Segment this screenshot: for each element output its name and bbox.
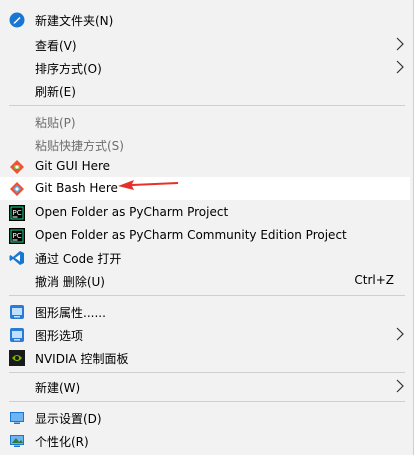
menu-item-label: 粘贴快捷方式(S) — [35, 139, 124, 153]
menu-item-personalize[interactable]: 个性化(R) — [0, 429, 410, 452]
menu-item-label: 排序方式(O) — [35, 62, 102, 76]
chevron-right-icon — [395, 60, 405, 74]
menu-item-label: Git GUI Here — [35, 159, 111, 173]
shortcut-label: Ctrl+Z — [354, 273, 394, 287]
chevron-right-icon — [395, 37, 405, 51]
personalize-icon — [9, 433, 25, 449]
menu-item-sort[interactable]: 排序方式(O) — [0, 56, 410, 79]
menu-separator — [9, 295, 405, 296]
menu-item-nvidia-control-panel[interactable]: NVIDIA 控制面板 — [0, 346, 410, 369]
menu-item-vscode-open[interactable]: 通过 Code 打开 — [0, 246, 410, 269]
svg-text:PC: PC — [13, 232, 22, 240]
graphics-properties-icon — [9, 304, 25, 320]
pycharm-icon: PC — [9, 205, 25, 221]
graphics-options-icon — [9, 327, 25, 343]
menu-item-pycharm-community[interactable]: PC Open Folder as PyCharm Community Edit… — [0, 224, 410, 247]
menu-item-label: 图形选项 — [35, 329, 84, 343]
git-bash-icon — [9, 181, 25, 197]
menu-item-paste[interactable]: 粘贴(P) — [0, 110, 410, 133]
menu-item-new[interactable]: 新建(W) — [0, 375, 410, 398]
nvidia-icon — [9, 350, 25, 366]
git-gui-icon — [9, 159, 25, 175]
menu-item-git-gui[interactable]: Git GUI Here — [0, 155, 410, 178]
menu-item-label: 显示设置(D) — [35, 412, 102, 426]
annotation-arrow-icon — [118, 180, 178, 190]
new-folder-icon — [9, 12, 25, 28]
menu-item-graphics-properties[interactable]: 图形属性...... — [0, 300, 410, 323]
desktop-context-menu: 新建文件夹(N) 查看(V) 排序方式(O) 刷新(E) 粘贴(P) 粘贴快捷方… — [0, 0, 414, 455]
menu-item-git-bash[interactable]: Git Bash Here — [0, 177, 410, 200]
menu-item-new-folder[interactable]: 新建文件夹(N) — [0, 8, 410, 31]
menu-item-undo-delete[interactable]: 撤消 删除(U) Ctrl+Z — [0, 269, 410, 292]
chevron-right-icon — [395, 379, 405, 393]
menu-separator — [9, 401, 405, 402]
chevron-right-icon — [395, 327, 405, 341]
menu-separator — [9, 372, 405, 373]
menu-item-view[interactable]: 查看(V) — [0, 33, 410, 56]
menu-item-label: Open Folder as PyCharm Project — [35, 205, 229, 219]
menu-item-pycharm-open[interactable]: PC Open Folder as PyCharm Project — [0, 201, 410, 224]
menu-item-label: NVIDIA 控制面板 — [35, 352, 129, 366]
menu-item-label: Git Bash Here — [35, 181, 118, 195]
menu-item-label: 图形属性...... — [35, 306, 106, 320]
menu-item-label: 刷新(E) — [35, 85, 76, 99]
menu-item-label: 撤消 删除(U) — [35, 275, 105, 289]
pycharm-community-icon: PC — [9, 228, 25, 244]
menu-item-label: 通过 Code 打开 — [35, 252, 122, 266]
menu-item-label: 个性化(R) — [35, 435, 89, 449]
menu-item-paste-shortcut[interactable]: 粘贴快捷方式(S) — [0, 133, 410, 156]
menu-separator — [9, 105, 405, 106]
menu-item-graphics-options[interactable]: 图形选项 — [0, 323, 410, 346]
menu-item-refresh[interactable]: 刷新(E) — [0, 79, 410, 102]
vscode-icon — [9, 250, 25, 266]
display-settings-icon — [9, 410, 25, 426]
menu-item-label: Open Folder as PyCharm Community Edition… — [35, 228, 347, 242]
menu-item-display-settings[interactable]: 显示设置(D) — [0, 406, 410, 429]
menu-item-label: 查看(V) — [35, 39, 77, 53]
menu-item-label: 粘贴(P) — [35, 116, 76, 130]
menu-item-label: 新建(W) — [35, 381, 81, 395]
svg-text:PC: PC — [13, 209, 22, 217]
menu-item-label: 新建文件夹(N) — [35, 14, 114, 28]
